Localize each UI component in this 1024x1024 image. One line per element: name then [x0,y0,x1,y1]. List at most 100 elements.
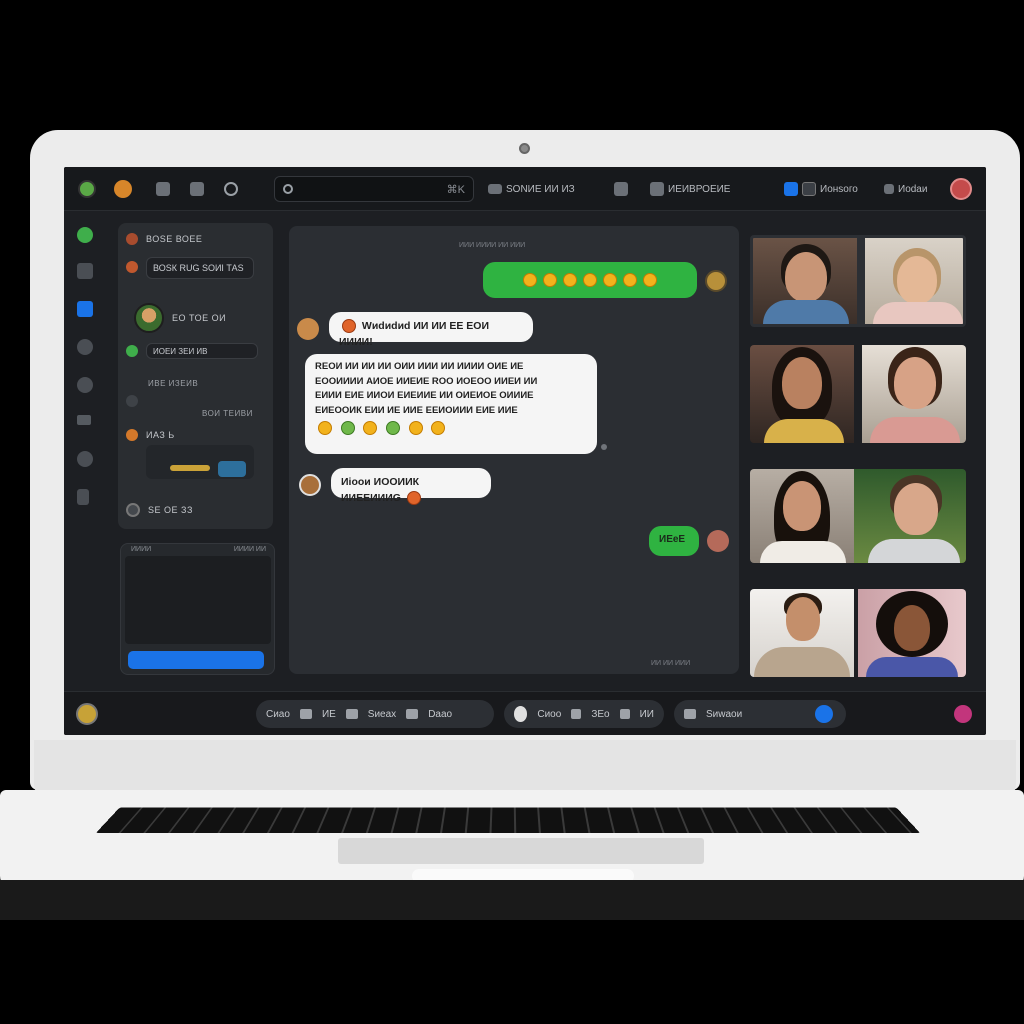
people-button[interactable] [190,177,204,201]
participant-video[interactable] [750,589,854,677]
participant-video[interactable] [858,589,966,677]
message-outgoing[interactable] [483,262,697,298]
video-tile[interactable] [750,469,966,563]
search-input[interactable]: ⌘K [274,176,474,202]
calendar-icon[interactable] [77,451,93,467]
switch-button[interactable]: Sиwаои [706,709,742,720]
emoji-icon [318,420,332,435]
app-logo[interactable] [78,177,96,201]
video-tile[interactable] [750,589,966,677]
message-incoming[interactable]: Wиdиdиd ИИ ИИ ЕЕ ЕОИ ИИИИ! [329,312,533,348]
emoji-icon [563,273,577,287]
participant-video[interactable] [865,238,963,324]
compose-title: ИИИИ [131,546,152,553]
video-button[interactable]: ИЕ [322,709,336,720]
settings-menu[interactable]: Иоdаи [884,177,927,201]
calls-icon[interactable] [77,339,93,355]
read-receipt-icon [601,444,607,450]
call-controls: Сиао ИЕ Sиеах Dаао Сиоо ЗЕо ИИ Sиwаои [64,691,986,735]
inbox-icon[interactable] [77,263,93,279]
message-outgoing[interactable]: ИЕеЕ [649,526,699,556]
contacts-icon[interactable] [77,377,93,393]
participant-video[interactable] [750,469,854,563]
trackpad [338,838,704,864]
send-button[interactable] [128,651,264,669]
message-line: ЕИЕООИК ЕИИ ИЕ ИИЕ ЕЕИОИИИ ЕИЕ ИИЕ [315,405,518,417]
chat-item[interactable] [126,261,138,273]
emoji-icon [603,273,617,287]
files-icon[interactable] [77,489,89,505]
sender-avatar [705,270,727,292]
react-icon[interactable] [571,709,582,719]
dots-icon[interactable] [406,709,419,719]
end-call-button[interactable] [954,705,972,723]
avatar [134,303,164,333]
emoji-icon [342,319,356,334]
participant-video[interactable] [753,238,857,324]
chat-item[interactable] [126,345,138,357]
nav-rail [64,211,108,691]
laptop-shadow [0,880,1024,920]
emoji-icon [583,273,597,287]
conversation-pane: ИИИ ИИИИ ИИ ИИИ Wиdиdиd ИИ ИИ ЕЕ ЕОИ ИИИ… [289,226,739,674]
message-line: RЕОИ ИИ ИИ ИИ ОИИ ИИИ ИИ ИИИИ ОИЕ ИЕ [315,361,524,372]
participant-video[interactable] [854,469,966,563]
account-menu[interactable]: Ионsого [784,177,858,201]
call-status[interactable]: ЅОNИЕ ИИ ИЗ [488,177,575,201]
emoji-icon [340,420,355,435]
activity-icon[interactable] [77,415,91,425]
user-avatar[interactable] [114,177,132,201]
chat-item-label: ИАЗ Ь [146,430,175,440]
layout-button[interactable]: ИИ [640,709,654,720]
chat-item[interactable]: ЕО ТОЕ ОИ [134,303,226,333]
participant-video[interactable] [862,345,966,443]
avatar [114,180,132,198]
chat-item[interactable]: ИАЗ Ь [126,429,175,441]
call-status-label: ЅОNИЕ ИИ ИЗ [506,183,575,195]
chat-item-label[interactable]: ВОSК RUG SОИI ТАS [146,257,254,279]
participant-video[interactable] [750,345,854,443]
message-incoming[interactable]: Иiоои ИООИИК ИИЕЕИИИG [331,468,491,506]
chat-icon[interactable] [77,301,93,317]
share-button[interactable] [614,177,628,201]
message-incoming[interactable]: RЕОИ ИИ ИИ ИИ ОИИ ИИИ ИИ ИИИИ ОИЕ ИЕ ЕОО… [305,354,597,454]
attachment-icon [218,461,246,477]
profile-avatar[interactable] [950,177,972,201]
preview-tag [170,465,210,471]
more-button[interactable]: Dаао [428,709,452,720]
self-avatar[interactable] [76,703,98,725]
sender-avatar [297,318,319,340]
emoji-icon [385,420,400,435]
close-icon[interactable] [514,706,528,722]
camera-icon[interactable] [299,709,312,719]
toggle-icon[interactable] [812,702,836,726]
smile-button[interactable] [224,177,238,201]
video-tile[interactable] [750,345,966,443]
grid-icon [156,182,170,196]
chat-item[interactable]: ЅЕ ОЕ ЗЗ [126,503,193,517]
compose-textarea[interactable] [125,556,271,644]
webcam-icon [519,143,530,154]
grid-button[interactable] [156,177,170,201]
chat-toggle[interactable]: Сиоо [537,709,561,720]
share-icon [614,182,628,196]
chat-preview[interactable] [146,445,254,479]
chat-item[interactable] [126,395,138,407]
conversation-footer-time: ИИ ИИ ИИИ [651,660,691,667]
share-screen-icon[interactable] [345,709,358,719]
apps-icon[interactable] [684,709,696,719]
emoji-icon [363,420,378,435]
home-icon[interactable] [77,227,93,243]
recording-indicator[interactable]: ИЕИВРОЕИЕ [650,177,730,201]
share-button[interactable]: Sиеах [368,709,396,720]
layout-icon[interactable] [619,709,630,719]
account-label: Ионsого [820,183,858,195]
compose-panel: ИИИИ ИИИИ ИИ [120,543,275,675]
emoji-icon [406,491,421,506]
react-button[interactable]: ЗЕо [591,709,609,720]
video-tile[interactable] [750,235,966,327]
mic-button[interactable]: Сиао [266,709,290,720]
control-group-call: Сиоо ЗЕо ИИ [504,700,664,728]
chat-item-label[interactable]: ИОЕИ ЗЕИ ИВ [146,343,258,359]
chat-item-label: ЕО ТОЕ ОИ [172,313,227,323]
